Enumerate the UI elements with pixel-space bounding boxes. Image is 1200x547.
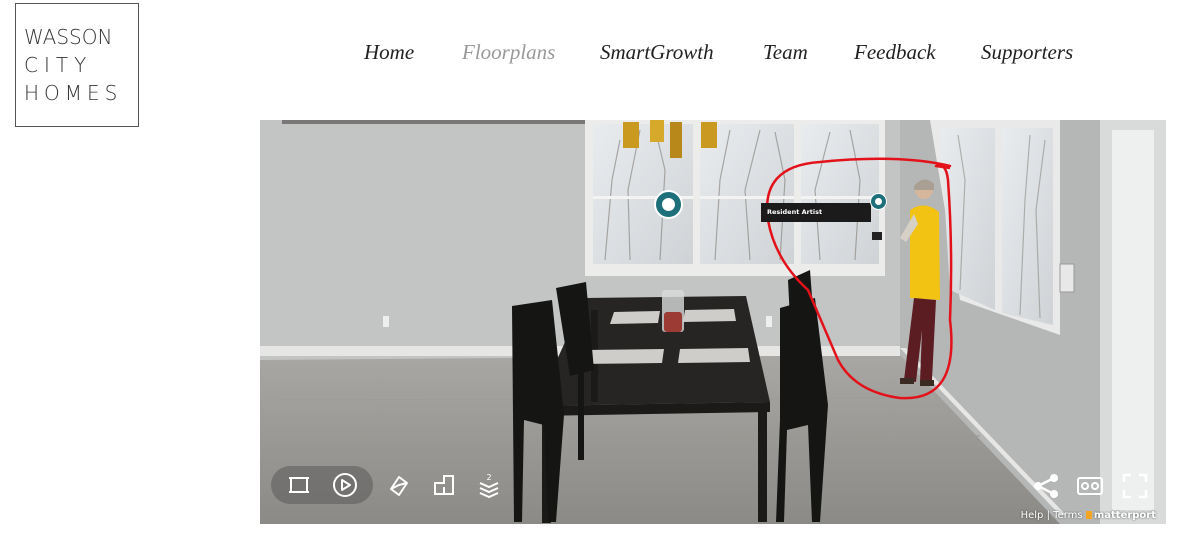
nav-item-floorplans[interactable]: Floorplans	[462, 40, 555, 65]
virtual-tour-viewer[interactable]: Resident Artist 2 Help | Terms matterpor…	[260, 120, 1166, 524]
mattertag-pin-resident-artist[interactable]	[871, 194, 886, 209]
room-scene	[260, 120, 1166, 524]
floorplan-icon[interactable]	[432, 473, 456, 497]
viewer-footer: Help | Terms matterport	[1021, 510, 1156, 521]
nav-item-supporters[interactable]: Supporters	[981, 40, 1073, 65]
mattertag-label[interactable]: Resident Artist	[761, 203, 871, 222]
vr-icon[interactable]	[1076, 475, 1104, 497]
main-nav: Home Floorplans SmartGrowth Team Feedbac…	[0, 40, 1200, 70]
matterport-brand: matterport	[1093, 510, 1156, 521]
terms-link[interactable]: Terms	[1053, 510, 1082, 521]
logo-line-3: HOMES	[24, 81, 123, 105]
matterport-link[interactable]: matterport	[1085, 510, 1156, 521]
play-icon[interactable]	[332, 472, 358, 498]
mattertag-pin[interactable]	[656, 192, 681, 217]
matterport-logo-icon	[1085, 511, 1092, 519]
share-icon[interactable]	[1032, 472, 1060, 500]
nav-item-home[interactable]: Home	[364, 40, 414, 65]
floors-icon[interactable]: 2	[476, 471, 502, 499]
nav-item-feedback[interactable]: Feedback	[854, 40, 936, 65]
measure-icon[interactable]	[387, 473, 411, 497]
nav-item-smartgrowth[interactable]: SmartGrowth	[600, 40, 714, 65]
page: WASSON CITY HOMES Home Floorplans SmartG…	[0, 0, 1200, 547]
help-link[interactable]: Help	[1021, 510, 1044, 521]
nav-item-team[interactable]: Team	[763, 40, 808, 65]
dollhouse-icon[interactable]	[287, 474, 311, 496]
fullscreen-icon[interactable]	[1122, 473, 1148, 499]
footer-separator: |	[1046, 510, 1050, 521]
floors-badge: 2	[486, 473, 491, 482]
